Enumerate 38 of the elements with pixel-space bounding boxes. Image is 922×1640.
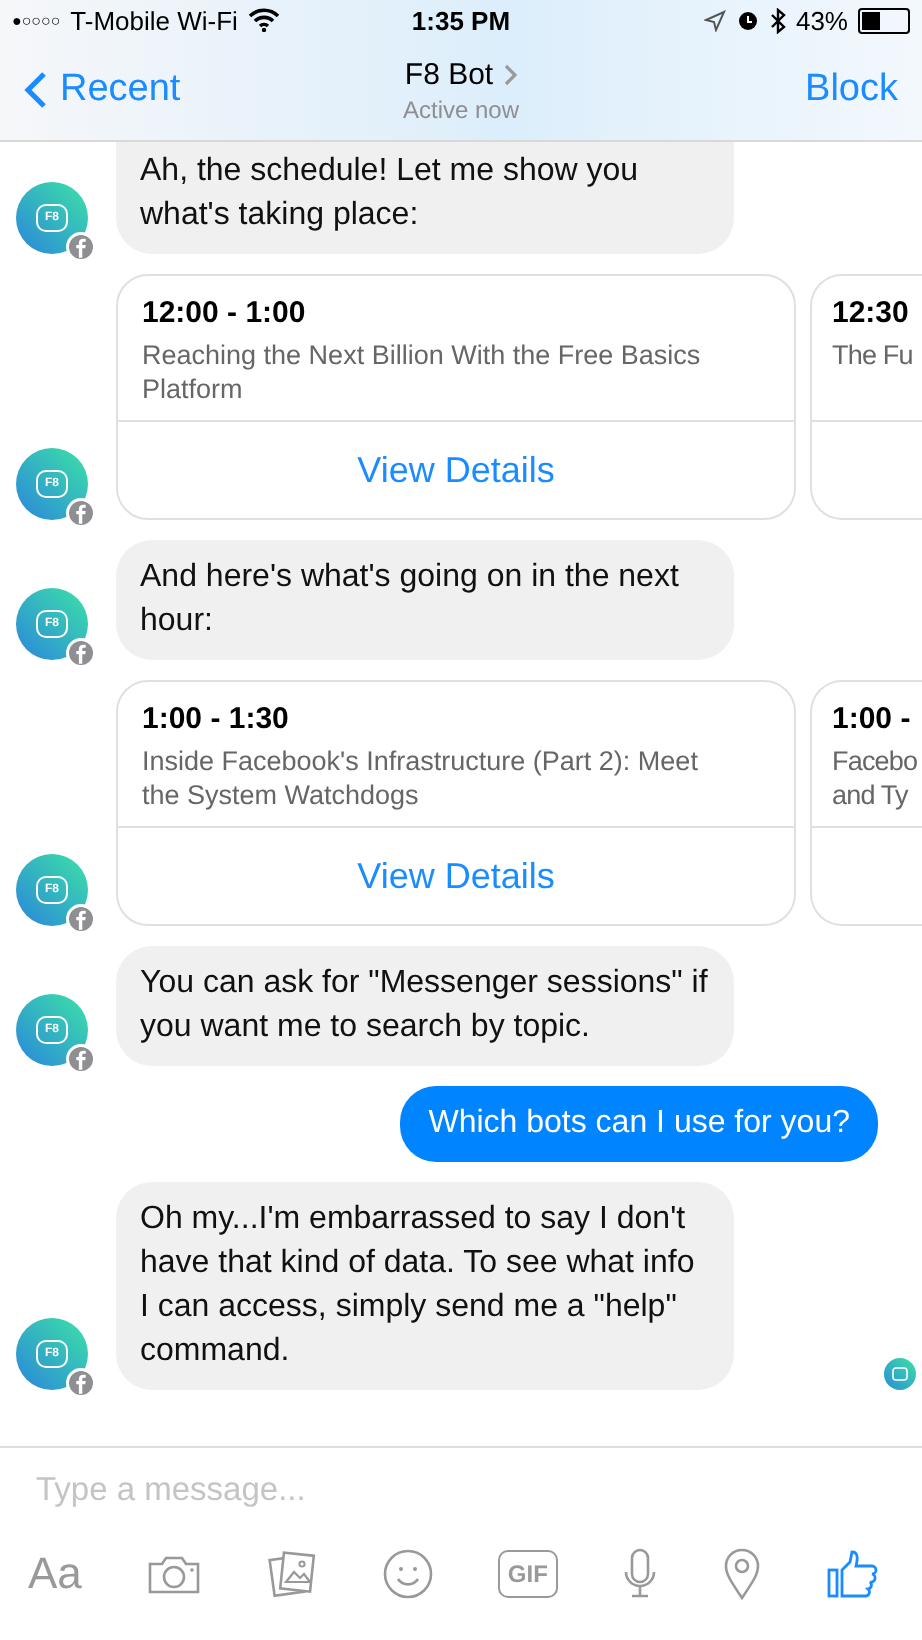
session-time: 1:00 - xyxy=(832,702,913,736)
clock-time: 1:35 PM xyxy=(411,5,511,35)
message-input[interactable]: Type a message... xyxy=(0,1448,922,1534)
received-message: And here's what's going on in the next hour: xyxy=(116,540,734,660)
session-title: Reaching the Next Billion With the Free Basics Platform xyxy=(142,338,703,406)
session-time: 12:00 - 1:00 xyxy=(142,296,308,330)
received-message: You can ask for "Messenger sessions" if you want me to search by topic. xyxy=(116,946,734,1066)
alarm-clock-icon xyxy=(735,8,760,32)
battery-percent: 43% xyxy=(795,5,848,35)
sent-message: Which bots can I use for you? xyxy=(400,1086,878,1162)
battery-icon xyxy=(858,7,910,33)
block-button[interactable]: Block xyxy=(805,68,898,112)
carrier-name: T-Mobile Wi-Fi xyxy=(70,5,238,35)
photo-gallery-icon[interactable] xyxy=(265,1548,318,1600)
session-title: Facebo and Ty xyxy=(832,744,920,812)
smiley-icon[interactable] xyxy=(381,1548,434,1600)
location-pin-icon[interactable] xyxy=(721,1546,762,1602)
bluetooth-icon xyxy=(769,7,786,33)
signal-dots: ●○○○○ xyxy=(12,11,61,29)
chat-title[interactable]: F8 Bot xyxy=(404,57,494,91)
chevron-icon[interactable] xyxy=(503,63,518,85)
received-message: Oh my...I'm embarrassed to say I don't have that kind of data. To see what info I can access, simply send me a "help" command. xyxy=(116,1182,734,1390)
wifi-icon xyxy=(247,8,280,32)
gif-button[interactable]: GIF xyxy=(497,1550,558,1598)
session-title: The Fu xyxy=(832,338,915,372)
back-chevron-icon[interactable] xyxy=(24,70,48,110)
thumbs-up-icon[interactable] xyxy=(825,1548,878,1600)
microphone-icon[interactable] xyxy=(621,1546,658,1602)
session-time: 12:30 xyxy=(832,296,911,330)
back-button[interactable]: Recent xyxy=(24,68,181,112)
session-time: 1:00 - 1:30 xyxy=(142,702,291,736)
received-message: Ah, the schedule! Let me show you what's taking place: xyxy=(116,142,734,254)
view-details-button[interactable]: View Details xyxy=(345,447,567,493)
text-format-button[interactable]: Aa xyxy=(28,1548,82,1600)
active-status: Active now xyxy=(402,95,520,123)
session-title: Inside Facebook's Infrastructure (Part 2): Meet the System Watchdogs xyxy=(142,744,700,812)
location-arrow-icon xyxy=(703,9,726,31)
view-details-button[interactable]: View Details xyxy=(345,853,567,899)
